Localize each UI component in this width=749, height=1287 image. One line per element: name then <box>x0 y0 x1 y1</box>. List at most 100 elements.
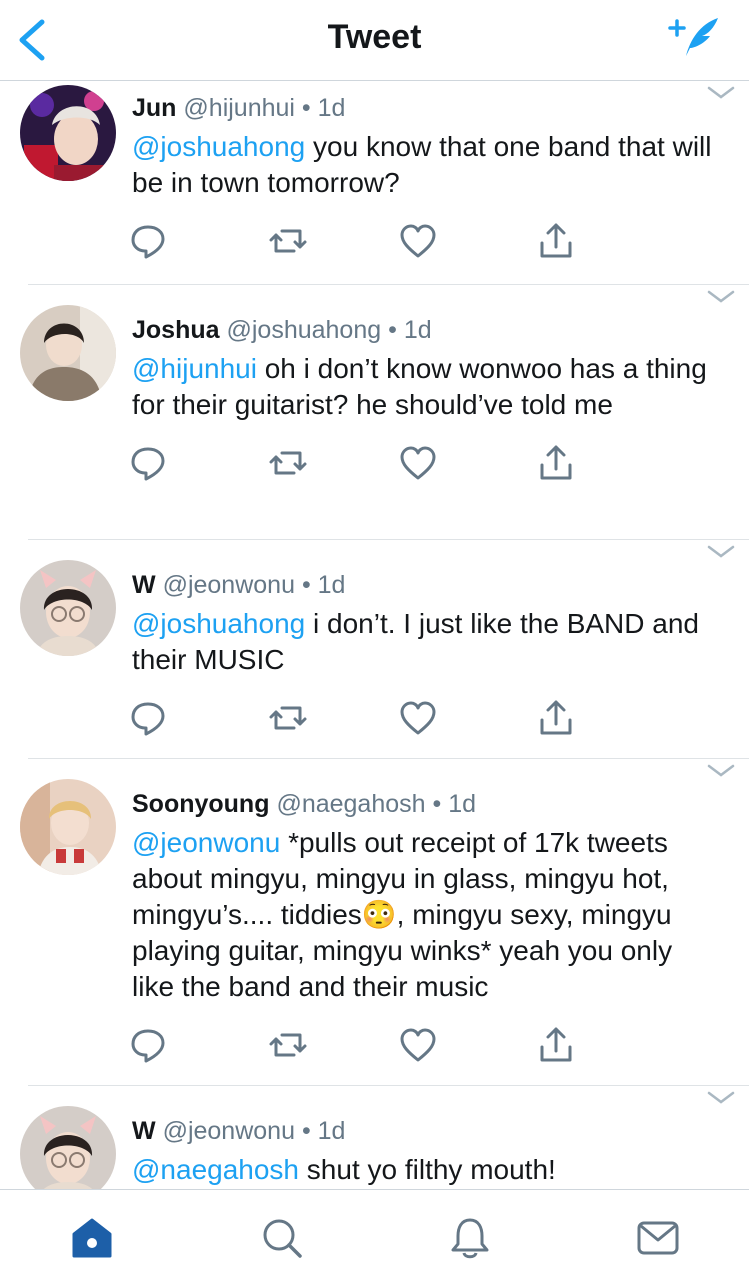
timestamp: 1d <box>317 571 346 599</box>
display-name[interactable]: Joshua <box>132 316 220 344</box>
reply-icon <box>131 1029 165 1063</box>
chevron-down-icon[interactable] <box>707 1090 735 1106</box>
tweet-body: Jun @hijunhui • 1d @joshuahong you know … <box>132 81 721 201</box>
separator-dot: • <box>388 316 397 344</box>
like-icon <box>400 446 436 480</box>
share-button[interactable] <box>536 1025 576 1065</box>
tweet-header: W @jeonwonu • 1d <box>132 1116 721 1146</box>
home-icon <box>72 1218 112 1258</box>
share-button[interactable] <box>536 221 576 261</box>
reply-thread: Jun @hijunhui • 1d @joshuahong you know … <box>0 81 749 1189</box>
retweet-button[interactable] <box>268 698 308 738</box>
separator-dot: • <box>301 94 311 122</box>
display-name[interactable]: Soonyoung <box>132 790 269 818</box>
share-icon <box>540 445 572 480</box>
reply-button[interactable] <box>128 698 168 738</box>
mention-link[interactable]: @jeonwonu <box>132 827 280 858</box>
tweet-body: W @jeonwonu • 1d @naegahosh shut yo filt… <box>132 1086 721 1188</box>
like-button[interactable] <box>398 443 438 483</box>
mention-link[interactable]: @hijunhui <box>132 353 257 384</box>
avatar[interactable] <box>20 305 116 401</box>
tweet[interactable]: Soonyoung @naegahosh • 1d @jeonwonu *pul… <box>20 759 749 1086</box>
retweet-icon <box>269 1033 307 1057</box>
tab-search[interactable] <box>260 1216 304 1260</box>
retweet-icon <box>269 451 307 475</box>
reply-icon <box>131 702 165 736</box>
timestamp: 1d <box>317 1117 346 1145</box>
tweet[interactable]: W @jeonwonu • 1d @joshuahong i don’t. I … <box>20 540 749 759</box>
avatar[interactable] <box>20 1106 116 1189</box>
share-button[interactable] <box>536 443 576 483</box>
like-button[interactable] <box>398 1025 438 1065</box>
timestamp: 1d <box>403 316 432 344</box>
retweet-button[interactable] <box>268 1025 308 1065</box>
tab-home[interactable] <box>70 1216 114 1260</box>
reply-button[interactable] <box>128 443 168 483</box>
reply-button[interactable] <box>128 1025 168 1065</box>
page-title: Tweet <box>327 18 422 56</box>
avatar[interactable] <box>20 85 116 181</box>
user-handle[interactable]: @naegahosh <box>276 790 425 818</box>
top-nav-bar: Tweet <box>0 0 749 81</box>
like-icon <box>400 224 436 258</box>
display-name[interactable]: W <box>132 1117 156 1145</box>
reply-icon <box>131 447 165 481</box>
search-icon <box>263 1219 302 1258</box>
reply-button[interactable] <box>128 221 168 261</box>
bottom-tab-bar <box>0 1189 749 1287</box>
user-handle[interactable]: @joshuahong <box>226 316 381 344</box>
retweet-button[interactable] <box>268 221 308 261</box>
tweet-body: Joshua @joshuahong • 1d @hijunhui oh i d… <box>132 285 721 423</box>
tweet-header: Soonyoung @naegahosh • 1d <box>132 789 721 819</box>
tweet-header: Joshua @joshuahong • 1d <box>132 315 721 345</box>
separator-dot: • <box>301 1117 311 1145</box>
tweet-content: shut yo filthy mouth! <box>299 1154 556 1185</box>
tweet[interactable]: Jun @hijunhui • 1d @joshuahong you know … <box>20 81 749 285</box>
chevron-down-icon[interactable] <box>707 85 735 101</box>
chevron-down-icon[interactable] <box>707 544 735 560</box>
display-name[interactable]: W <box>132 571 156 599</box>
tweet[interactable]: W @jeonwonu • 1d @naegahosh shut yo filt… <box>20 1086 749 1189</box>
retweet-icon <box>269 706 307 730</box>
separator-dot: • <box>301 571 311 599</box>
tweet-text: @joshuahong i don’t. I just like the BAN… <box>132 606 721 678</box>
share-icon <box>540 223 572 258</box>
mention-link[interactable]: @joshuahong <box>132 131 305 162</box>
mention-link[interactable]: @joshuahong <box>132 608 305 639</box>
messages-icon <box>637 1221 679 1255</box>
user-handle[interactable]: @jeonwonu <box>163 571 295 599</box>
tweet-text: @jeonwonu *pulls out receipt of 17k twee… <box>132 825 721 1005</box>
tweet-body: W @jeonwonu • 1d @joshuahong i don’t. I … <box>132 540 721 678</box>
reply-icon <box>131 225 165 259</box>
like-button[interactable] <box>398 698 438 738</box>
tweet-header: Jun @hijunhui • 1d <box>132 93 721 123</box>
chevron-down-icon[interactable] <box>707 289 735 305</box>
tweet-header: W @jeonwonu • 1d <box>132 570 721 600</box>
display-name[interactable]: Jun <box>132 94 176 122</box>
retweet-icon <box>269 229 307 253</box>
notifications-icon <box>451 1218 489 1259</box>
like-icon <box>400 1028 436 1062</box>
avatar[interactable] <box>20 560 116 656</box>
like-icon <box>400 701 436 735</box>
share-button[interactable] <box>536 698 576 738</box>
tab-messages[interactable] <box>636 1216 680 1260</box>
avatar[interactable] <box>20 779 116 875</box>
user-handle[interactable]: @hijunhui <box>183 94 295 122</box>
like-button[interactable] <box>398 221 438 261</box>
timestamp: 1d <box>448 790 477 818</box>
compose-tweet-icon <box>668 18 718 56</box>
user-handle[interactable]: @jeonwonu <box>163 1117 295 1145</box>
tweet-text: @naegahosh shut yo filthy mouth! <box>132 1152 721 1188</box>
share-icon <box>540 1027 572 1062</box>
tweet-text: @hijunhui oh i don’t know wonwoo has a t… <box>132 351 721 423</box>
chevron-down-icon[interactable] <box>707 763 735 779</box>
tweet-actions <box>28 443 749 523</box>
compose-tweet-button[interactable] <box>664 12 722 62</box>
tab-notifications[interactable] <box>448 1216 492 1260</box>
tweet[interactable]: Joshua @joshuahong • 1d @hijunhui oh i d… <box>20 285 749 540</box>
tweet-text: @joshuahong you know that one band that … <box>132 129 721 201</box>
retweet-button[interactable] <box>268 443 308 483</box>
separator-dot: • <box>432 790 442 818</box>
mention-link[interactable]: @naegahosh <box>132 1154 299 1185</box>
